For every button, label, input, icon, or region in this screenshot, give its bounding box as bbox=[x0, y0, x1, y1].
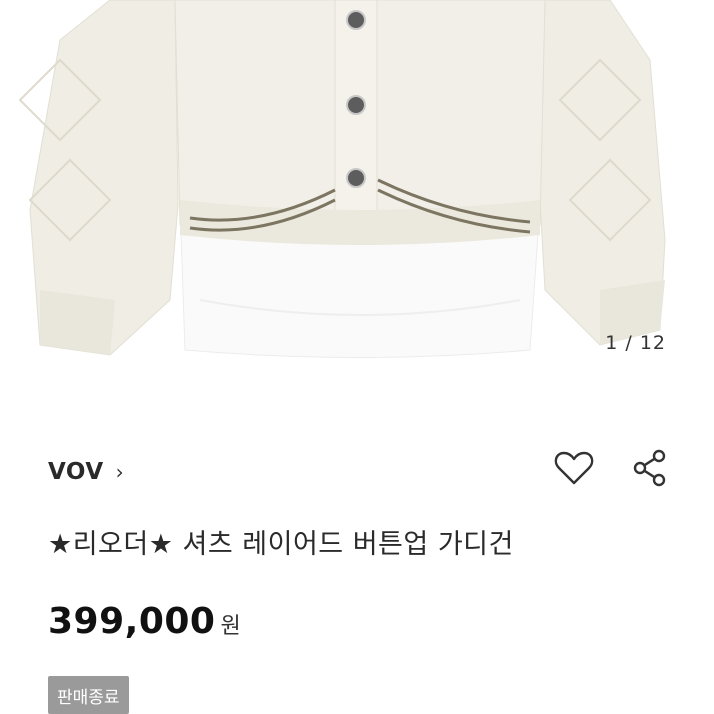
like-button[interactable] bbox=[554, 448, 594, 488]
heart-outline-icon bbox=[554, 451, 594, 485]
price-value: 399,000 bbox=[48, 601, 216, 642]
gallery-separator: / bbox=[618, 332, 640, 354]
brand-name: VOV bbox=[48, 459, 104, 485]
gallery-total: 12 bbox=[639, 332, 666, 354]
product-title: ★리오더★ 셔츠 레이어드 버튼업 가디건 bbox=[48, 529, 514, 560]
gallery-current: 1 bbox=[605, 332, 619, 354]
cardigan-photo bbox=[0, 0, 714, 378]
brand-link[interactable]: VOV › bbox=[48, 452, 124, 492]
share-button[interactable] bbox=[630, 448, 670, 488]
price-currency: 원 bbox=[220, 614, 241, 639]
product-actions bbox=[554, 448, 670, 488]
status-badge: 판매종료 bbox=[48, 676, 129, 714]
gallery-page-indicator: 1 / 12 bbox=[605, 332, 666, 354]
share-icon bbox=[633, 449, 666, 487]
product-image[interactable]: 1 / 12 bbox=[0, 0, 714, 378]
price: 399,000 원 bbox=[48, 601, 241, 642]
chevron-right-icon: › bbox=[115, 460, 124, 484]
